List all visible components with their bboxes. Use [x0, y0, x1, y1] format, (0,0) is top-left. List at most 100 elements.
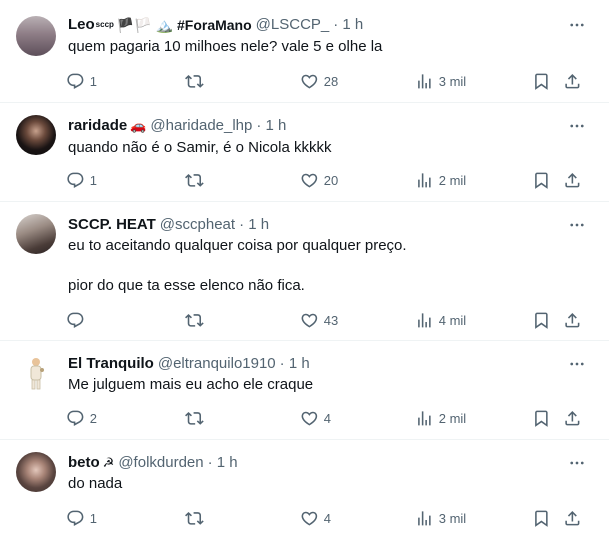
- views-count: 3 mil: [438, 510, 467, 526]
- handle[interactable]: @LSCCP_: [256, 15, 330, 35]
- tweet-header: SCCP. HEAT @sccpheat · 1 h: [68, 215, 269, 235]
- avatar[interactable]: [16, 353, 56, 393]
- bookmark-button[interactable]: [532, 408, 551, 428]
- handle[interactable]: @sccpheat: [160, 215, 235, 235]
- heart-icon: [301, 74, 318, 89]
- reply-count: 1: [89, 510, 97, 526]
- tweet-actions: 1 4 3 mil: [66, 508, 589, 528]
- retweet-icon: [185, 411, 204, 425]
- retweet-icon: [185, 313, 204, 327]
- display-name[interactable]: El Tranquilo: [68, 354, 154, 374]
- tweet[interactable]: SCCP. HEAT @sccpheat · 1 h eu to aceitan…: [0, 202, 609, 341]
- views-icon: [418, 312, 431, 328]
- like-button[interactable]: 4: [300, 408, 331, 428]
- handle[interactable]: @eltranquilo1910: [158, 354, 276, 374]
- tweet[interactable]: raridade 🚗 @haridade_lhp · 1 h quando nã…: [0, 103, 609, 202]
- more-options-icon[interactable]: [565, 116, 589, 136]
- like-count: 4: [323, 410, 331, 426]
- share-icon: [565, 510, 580, 526]
- bookmark-button[interactable]: [532, 508, 551, 528]
- share-button[interactable]: [563, 71, 582, 91]
- tweet-text: quem pagaria 10 milhoes nele? vale 5 e o…: [68, 38, 383, 55]
- more-options-icon[interactable]: [565, 215, 589, 235]
- timeline-feed: Leo sccp 🏴🏳️ 🏔️ #ForaMano @LSCCP_ · 1 h …: [0, 0, 609, 536]
- views-icon: [418, 172, 431, 188]
- name-extra: 🚗: [130, 118, 147, 133]
- share-button[interactable]: [563, 408, 582, 428]
- tweet-header: beto ☭ @folkdurden · 1 h: [68, 453, 238, 473]
- retweet-button[interactable]: [185, 408, 209, 428]
- bookmark-icon: [535, 73, 548, 90]
- display-name[interactable]: Leo: [68, 15, 95, 35]
- tweet[interactable]: El Tranquilo @eltranquilo1910 · 1 h Me j…: [0, 341, 609, 440]
- tweet-header: raridade 🚗 @haridade_lhp · 1 h: [68, 116, 286, 136]
- timestamp[interactable]: · 1 h: [239, 215, 269, 235]
- like-count: 28: [323, 73, 339, 89]
- views-icon: [418, 510, 431, 526]
- tweet-actions: 1 20 2 mil: [66, 170, 589, 190]
- avatar[interactable]: [16, 214, 56, 254]
- tweet-text: quando não é o Samir, é o Nicola kkkkk: [68, 139, 332, 156]
- handle[interactable]: @haridade_lhp: [150, 116, 252, 136]
- timestamp[interactable]: · 1 h: [280, 354, 310, 374]
- retweet-icon: [185, 173, 204, 187]
- more-options-icon[interactable]: [565, 15, 589, 35]
- share-icon: [565, 410, 580, 426]
- views-button[interactable]: 3 mil: [415, 71, 466, 91]
- tweet-text: do nada: [68, 475, 123, 492]
- avatar[interactable]: [16, 452, 56, 492]
- tweet[interactable]: beto ☭ @folkdurden · 1 h do nada 1 4 3 m…: [0, 440, 609, 536]
- timestamp[interactable]: · 1 h: [333, 15, 363, 35]
- like-button[interactable]: 20: [300, 170, 338, 190]
- views-button[interactable]: 2 mil: [415, 408, 466, 428]
- like-count: 4: [323, 510, 331, 526]
- views-button[interactable]: 3 mil: [415, 508, 466, 528]
- like-button[interactable]: 43: [300, 310, 338, 330]
- views-count: 2 mil: [438, 410, 467, 426]
- display-name[interactable]: beto: [68, 453, 100, 473]
- share-button[interactable]: [563, 508, 582, 528]
- reply-button[interactable]: 1: [66, 71, 97, 91]
- display-name[interactable]: SCCP. HEAT: [68, 215, 156, 235]
- views-count: 2 mil: [438, 172, 467, 188]
- like-button[interactable]: 28: [300, 71, 338, 91]
- handle[interactable]: @folkdurden: [118, 453, 203, 473]
- share-button[interactable]: [563, 310, 582, 330]
- more-options-icon[interactable]: [565, 453, 589, 473]
- tweet-actions: 43 4 mil: [66, 310, 589, 330]
- heart-icon: [301, 411, 318, 426]
- share-icon: [565, 172, 580, 188]
- retweet-button[interactable]: [185, 170, 209, 190]
- display-name[interactable]: raridade: [68, 116, 127, 136]
- reply-count: 1: [89, 73, 97, 89]
- reply-button[interactable]: 1: [66, 170, 97, 190]
- tweet-text: Me julguem mais eu acho ele craque: [68, 376, 314, 393]
- views-icon: [418, 410, 431, 426]
- views-button[interactable]: 4 mil: [415, 310, 466, 330]
- name-extra: 🏴🏳️ 🏔️ #ForaMano: [116, 17, 252, 33]
- reply-count: 2: [89, 410, 97, 426]
- avatar[interactable]: [16, 16, 56, 56]
- avatar[interactable]: [16, 115, 56, 155]
- reply-button[interactable]: 2: [66, 408, 97, 428]
- retweet-button[interactable]: [185, 310, 209, 330]
- retweet-button[interactable]: [185, 508, 209, 528]
- share-button[interactable]: [563, 170, 582, 190]
- timestamp[interactable]: · 1 h: [208, 453, 238, 473]
- name-extra: ☭: [102, 455, 115, 470]
- bookmark-button[interactable]: [532, 310, 551, 330]
- reply-icon: [67, 73, 84, 89]
- reply-button[interactable]: 1: [66, 508, 97, 528]
- bookmark-button[interactable]: [532, 170, 551, 190]
- bookmark-button[interactable]: [532, 71, 551, 91]
- like-button[interactable]: 4: [300, 508, 331, 528]
- retweet-button[interactable]: [185, 71, 209, 91]
- more-options-icon[interactable]: [565, 354, 589, 374]
- reply-button[interactable]: [66, 310, 90, 330]
- tweet-text: eu to aceitando qualquer coisa por qualq…: [68, 237, 407, 294]
- tweet[interactable]: Leo sccp 🏴🏳️ 🏔️ #ForaMano @LSCCP_ · 1 h …: [0, 0, 609, 103]
- bookmark-icon: [535, 312, 548, 329]
- bookmark-icon: [535, 172, 548, 189]
- timestamp[interactable]: · 1 h: [256, 116, 286, 136]
- views-button[interactable]: 2 mil: [415, 170, 466, 190]
